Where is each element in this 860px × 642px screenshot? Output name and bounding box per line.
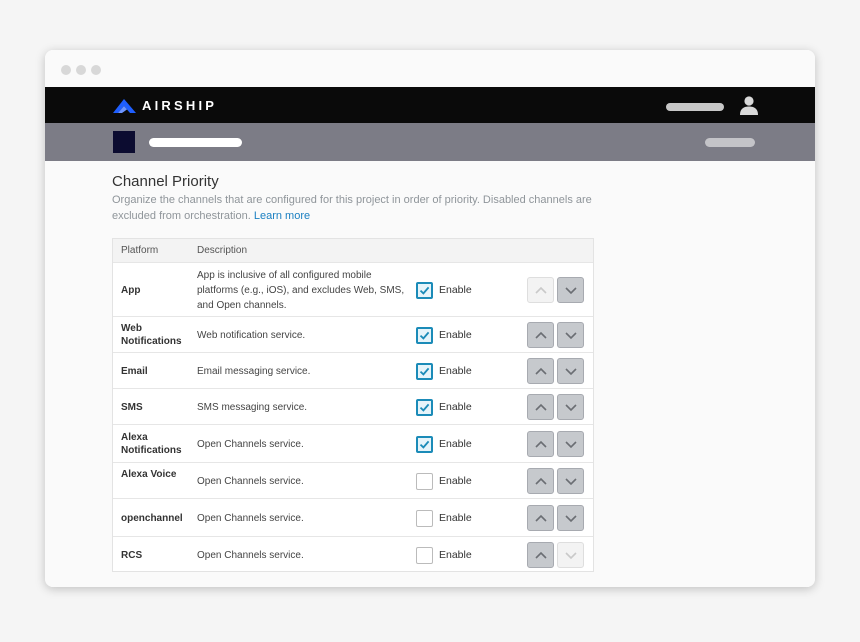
row-platform: SMS	[121, 401, 143, 413]
move-up-button[interactable]	[527, 431, 554, 457]
row-description: Open Channels service.	[197, 549, 304, 561]
project-action-placeholder[interactable]	[705, 138, 755, 147]
enable-checkbox[interactable]	[416, 435, 433, 453]
table-row: Email Email messaging service. Enable	[113, 352, 593, 388]
move-down-button[interactable]	[557, 358, 584, 384]
window-dot-maximize[interactable]	[91, 65, 101, 75]
top-navigation: AIRSHIP	[45, 87, 815, 123]
table-row: SMS SMS messaging service. Enable	[113, 388, 593, 424]
enable-label: Enable	[439, 283, 472, 296]
row-platform: Alexa Notifications	[121, 432, 182, 456]
enable-label: Enable	[439, 511, 472, 524]
enable-checkbox[interactable]	[416, 472, 433, 490]
nav-placeholder-pill[interactable]	[666, 103, 724, 111]
row-description: Email messaging service.	[197, 365, 311, 377]
project-avatar[interactable]	[113, 131, 135, 153]
table-row: Alexa Voice Open Channels service. Enable	[113, 462, 593, 498]
row-platform: RCS	[121, 549, 143, 561]
column-header-description: Description	[197, 245, 248, 256]
enable-label: Enable	[439, 437, 472, 450]
enable-checkbox[interactable]	[416, 362, 433, 380]
airship-logo[interactable]: AIRSHIP	[113, 98, 217, 113]
row-platform: App	[121, 284, 141, 296]
user-icon[interactable]	[739, 96, 759, 120]
project-bar	[45, 123, 815, 161]
row-platform: Alexa Voice	[121, 469, 177, 480]
enable-label: Enable	[439, 548, 472, 561]
brand-name: AIRSHIP	[142, 98, 218, 113]
airship-logo-icon	[113, 98, 136, 113]
main-content: Channel Priority Organize the channels t…	[45, 161, 815, 587]
table-row: Web Notifications Web notification servic…	[113, 316, 593, 352]
table-row: App App is inclusive of all configured mo…	[113, 262, 593, 316]
page-title: Channel Priority	[112, 173, 219, 190]
row-platform: openchannel	[121, 512, 183, 524]
row-description: Open Channels service.	[197, 475, 304, 487]
row-description: Open Channels service.	[197, 438, 304, 450]
column-header-platform: Platform	[121, 245, 159, 256]
enable-checkbox[interactable]	[416, 326, 433, 344]
page-description: Organize the channels that are configure…	[112, 193, 592, 224]
enable-label: Enable	[439, 474, 472, 487]
row-platform: Web Notifications	[121, 323, 182, 347]
window-dot-close[interactable]	[61, 65, 71, 75]
move-down-button[interactable]	[557, 431, 584, 457]
row-description: App is inclusive of all configured mobil…	[197, 269, 405, 311]
channel-priority-table: Platform Description App App is inclusive…	[112, 238, 594, 572]
move-up-button[interactable]	[527, 322, 554, 348]
enable-checkbox[interactable]	[416, 509, 433, 527]
page-description-text: Organize the channels that are configure…	[112, 194, 592, 222]
row-description: Web notification service.	[197, 329, 306, 341]
move-up-button[interactable]	[527, 505, 554, 531]
move-down-button[interactable]	[557, 322, 584, 348]
enable-label: Enable	[439, 328, 472, 341]
move-down-button[interactable]	[557, 468, 584, 494]
move-down-button[interactable]	[557, 394, 584, 420]
enable-label: Enable	[439, 364, 472, 377]
table-header: Platform Description	[113, 239, 593, 262]
table-row: openchannel Open Channels service. Enable	[113, 498, 593, 536]
row-description: Open Channels service.	[197, 512, 304, 524]
move-up-button[interactable]	[527, 468, 554, 494]
row-description: SMS messaging service.	[197, 401, 308, 413]
window-dot-minimize[interactable]	[76, 65, 86, 75]
table-row: Alexa Notifications Open Channels service…	[113, 424, 593, 462]
move-up-button[interactable]	[527, 394, 554, 420]
enable-checkbox[interactable]	[416, 281, 433, 299]
learn-more-link[interactable]: Learn more	[254, 210, 310, 222]
project-name-placeholder[interactable]	[149, 138, 242, 147]
move-up-button[interactable]	[527, 542, 554, 568]
enable-checkbox[interactable]	[416, 546, 433, 564]
enable-checkbox[interactable]	[416, 398, 433, 416]
enable-label: Enable	[439, 400, 472, 413]
move-up-button[interactable]	[527, 358, 554, 384]
row-platform: Email	[121, 365, 148, 377]
move-down-button[interactable]	[557, 277, 584, 303]
table-row: RCS Open Channels service. Enable	[113, 536, 593, 572]
move-down-button[interactable]	[557, 505, 584, 531]
window-titlebar	[45, 50, 815, 87]
move-down-button[interactable]	[557, 542, 584, 568]
browser-window: AIRSHIP Channel Priority Organize the ch…	[45, 50, 815, 587]
move-up-button[interactable]	[527, 277, 554, 303]
